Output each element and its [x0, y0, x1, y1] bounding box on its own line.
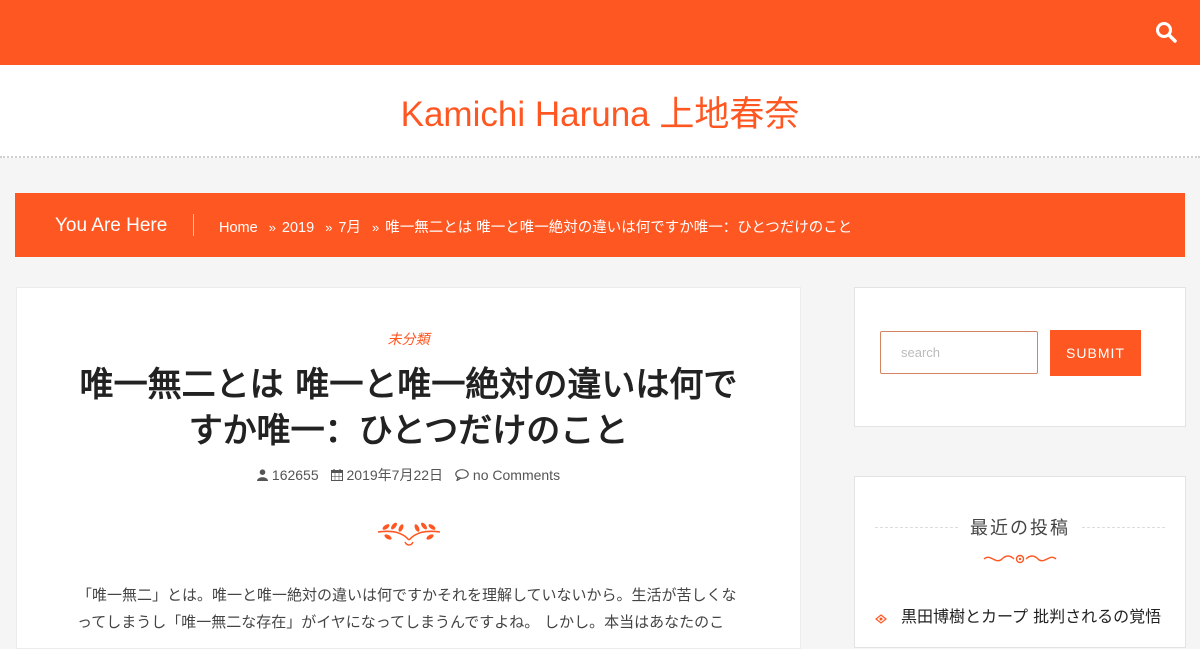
search-icon[interactable]: [1154, 20, 1178, 44]
post-author-name: 162655: [271, 467, 319, 483]
site-title[interactable]: Kamichi Haruna 上地春奈: [0, 95, 1200, 135]
recent-post-link[interactable]: 黒田博樹とカープ 批判されるの覚悟: [901, 607, 1161, 626]
post-comments[interactable]: no Comments: [455, 467, 560, 483]
breadcrumb-divider: [193, 214, 194, 236]
recent-posts-widget: 最近の投稿 黒田博樹とカープ 批判されるの覚悟: [854, 476, 1186, 648]
breadcrumb-month[interactable]: 7月: [338, 220, 361, 236]
post-category[interactable]: 未分類: [17, 329, 800, 349]
breadcrumb-year[interactable]: 2019: [282, 220, 314, 236]
breadcrumb-home[interactable]: Home: [219, 220, 258, 236]
post-meta: 162655 2019年7月22日 no Comments: [17, 465, 800, 485]
flourish-ornament-icon: [983, 554, 1057, 564]
post-comments-text: no Comments: [472, 467, 561, 483]
post-date-text: 2019年7月22日: [346, 467, 444, 483]
post-author[interactable]: 162655: [256, 467, 323, 483]
flourish-ornament-icon: [377, 522, 441, 546]
user-icon: [256, 469, 268, 481]
site-header: Kamichi Haruna 上地春奈: [0, 65, 1200, 158]
breadcrumb: Home » 2019 » 7月 » 唯一無二とは 唯一と唯一絶対の違いは何ですか唯一：ひと…: [219, 216, 852, 237]
breadcrumb-current: 唯一無二とは 唯一と唯一絶対の違いは何ですか唯一：ひとつだけのこと: [385, 220, 853, 236]
bullet-icon: [875, 614, 887, 624]
search-widget: SUBMIT: [854, 287, 1186, 427]
post-excerpt: 「唯一無二」とは。唯一と唯一絶対の違いは何ですかそれを理解していないから。生活が…: [77, 586, 737, 631]
breadcrumb-label: You Are Here: [55, 215, 168, 236]
breadcrumb-bar: You Are Here Home » 2019 » 7月 » 唯一無二とは 唯一と唯一絶対…: [15, 193, 1185, 257]
title-divider-right: [1082, 527, 1165, 528]
calendar-icon: [330, 469, 343, 481]
submit-button[interactable]: SUBMIT: [1050, 330, 1141, 376]
chevron-right-icon: »: [372, 220, 379, 235]
post-date: 2019年7月22日: [330, 467, 447, 483]
post-card: 未分類 唯一無二とは 唯一と唯一絶対の違いは何ですか唯一：ひとつだけのこと 16…: [16, 287, 801, 649]
search-input[interactable]: [880, 331, 1038, 374]
post-title: 唯一無二とは 唯一と唯一絶対の違いは何ですか唯一：ひとつだけのこと: [79, 365, 738, 451]
comment-icon: [455, 469, 469, 482]
recent-post-item: 黒田博樹とカープ 批判されるの覚悟: [875, 603, 1161, 627]
chevron-right-icon: »: [268, 220, 276, 235]
chevron-right-icon: »: [325, 220, 332, 235]
top-bar: [0, 0, 1200, 65]
